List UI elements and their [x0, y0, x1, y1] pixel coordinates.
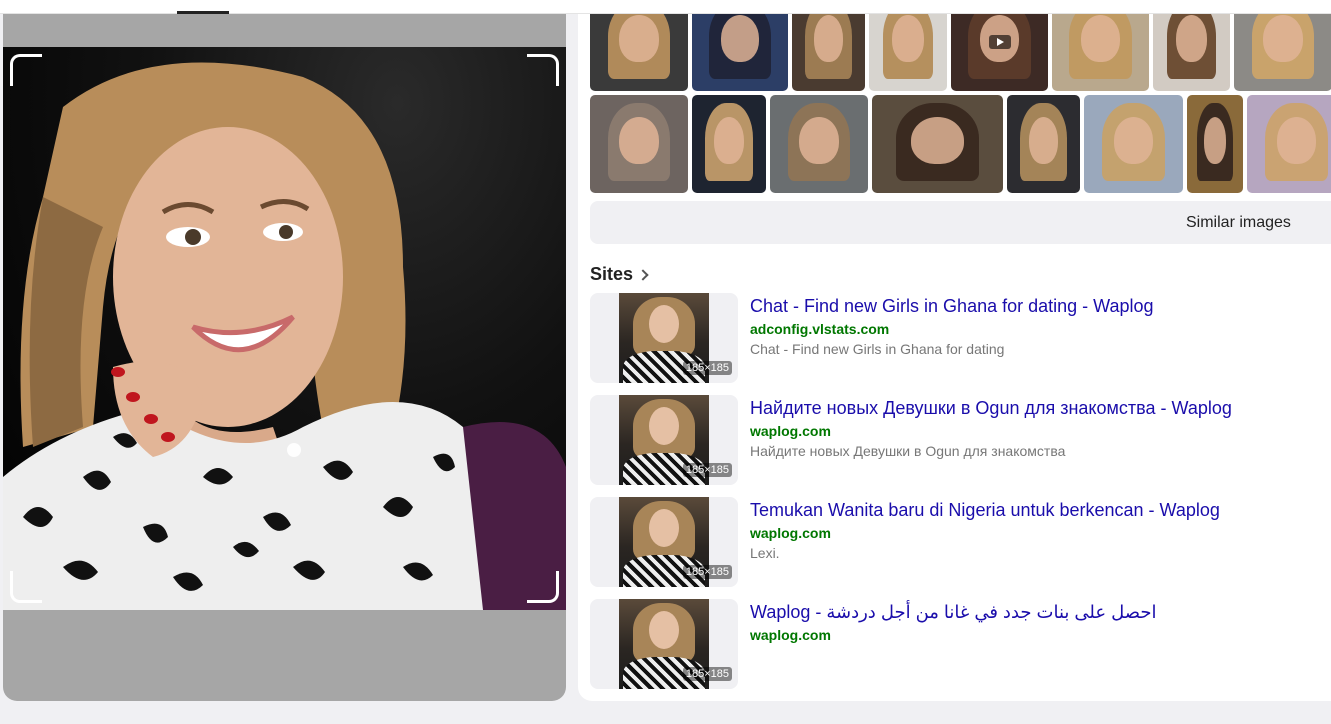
similar-image-thumbnail[interactable] — [1153, 14, 1230, 91]
sites-heading[interactable]: Sites — [590, 264, 649, 285]
crop-handle-top-left[interactable] — [10, 54, 42, 86]
site-domain: adconfig.vlstats.com — [750, 321, 890, 337]
sites-heading-label: Sites — [590, 264, 634, 284]
similar-thumbnails-row-2 — [590, 95, 1331, 193]
similar-image-thumbnail[interactable] — [872, 95, 1003, 193]
play-icon — [988, 35, 1011, 49]
chevron-right-icon — [637, 269, 649, 281]
similar-image-thumbnail[interactable] — [590, 95, 688, 193]
similar-image-thumbnail[interactable] — [692, 14, 788, 91]
results-panel: Similar images Sites 185×185 Chat - Find… — [578, 14, 1331, 701]
site-title-link[interactable]: احصل على بنات جدد في غانا من أجل دردشة -… — [750, 602, 1156, 623]
site-title-link[interactable]: Chat - Find new Girls in Ghana for datin… — [750, 296, 1154, 317]
similar-image-thumbnail[interactable] — [1084, 95, 1183, 193]
site-thumbnail[interactable]: 185×185 — [590, 293, 738, 383]
site-domain: waplog.com — [750, 627, 831, 643]
site-result[interactable]: 185×185 Temukan Wanita baru di Nigeria u… — [590, 497, 1330, 587]
similar-thumbnails-row-1 — [590, 14, 1331, 91]
portrait-illustration — [3, 62, 566, 610]
query-image[interactable] — [3, 47, 566, 610]
similar-image-thumbnail[interactable] — [1234, 14, 1331, 91]
site-domain: waplog.com — [750, 423, 831, 439]
object-hotspot[interactable] — [287, 443, 301, 457]
site-title-link[interactable]: Temukan Wanita baru di Nigeria untuk ber… — [750, 500, 1220, 521]
similar-image-thumbnail[interactable] — [590, 14, 688, 91]
site-description: Lexi. — [750, 545, 780, 561]
site-result[interactable]: 185×185 Chat - Find new Girls in Ghana f… — [590, 293, 1330, 383]
similar-image-thumbnail[interactable] — [869, 14, 947, 91]
site-result[interactable]: 185×185 Найдите новых Девушки в Ogun для… — [590, 395, 1330, 485]
image-size-badge: 185×185 — [682, 565, 732, 579]
similar-images-button[interactable]: Similar images — [590, 201, 1331, 244]
page-footer-strip — [0, 710, 1331, 724]
similar-image-thumbnail[interactable] — [1247, 95, 1331, 193]
similar-image-thumbnail[interactable] — [770, 95, 868, 193]
image-viewer — [3, 14, 566, 701]
site-thumbnail[interactable]: 185×185 — [590, 497, 738, 587]
top-bar — [0, 0, 1331, 14]
crop-handle-bottom-right[interactable] — [527, 571, 559, 603]
similar-image-thumbnail[interactable] — [1007, 95, 1080, 193]
similar-image-thumbnail[interactable] — [1052, 14, 1149, 91]
site-description: Chat - Find new Girls in Ghana for datin… — [750, 341, 1005, 357]
crop-handle-bottom-left[interactable] — [10, 571, 42, 603]
site-domain: waplog.com — [750, 525, 831, 541]
similar-images-label: Similar images — [1186, 214, 1291, 231]
image-size-badge: 185×185 — [682, 667, 732, 681]
similar-image-thumbnail[interactable] — [692, 95, 766, 193]
site-title-link[interactable]: Найдите новых Девушки в Ogun для знакомс… — [750, 398, 1232, 419]
site-description: Найдите новых Девушки в Ogun для знакомс… — [750, 443, 1066, 459]
similar-image-thumbnail[interactable] — [792, 14, 865, 91]
crop-handle-top-right[interactable] — [527, 54, 559, 86]
similar-image-thumbnail[interactable] — [1187, 95, 1243, 193]
site-thumbnail[interactable]: 185×185 — [590, 599, 738, 689]
site-result[interactable]: 185×185 احصل على بنات جدد في غانا من أجل… — [590, 599, 1330, 689]
similar-image-thumbnail[interactable] — [951, 14, 1048, 91]
site-thumbnail[interactable]: 185×185 — [590, 395, 738, 485]
image-size-badge: 185×185 — [682, 463, 732, 477]
image-size-badge: 185×185 — [682, 361, 732, 375]
